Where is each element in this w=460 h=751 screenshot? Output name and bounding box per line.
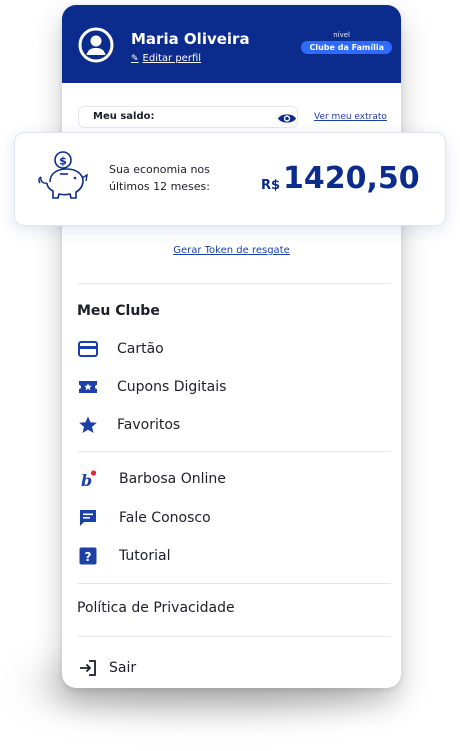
menu-panel: Maria Oliveira ✎ Editar perfil nível Clu… (62, 5, 401, 688)
economy-label: Sua economia nos últimos 12 meses: (109, 163, 210, 193)
menu-item-cartao[interactable]: Cartão (77, 338, 164, 360)
eye-icon[interactable] (277, 112, 297, 125)
chat-icon (77, 507, 99, 529)
svg-text:?: ? (85, 550, 92, 564)
menu-item-label: Fale Conosco (119, 510, 211, 526)
menu-item-tutorial[interactable]: ? Tutorial (77, 545, 170, 567)
card-icon (77, 338, 99, 360)
menu-item-fale-conosco[interactable]: Fale Conosco (77, 507, 211, 529)
barbosa-logo-icon: b (77, 468, 99, 490)
menu-item-label: Favoritos (117, 417, 181, 433)
pencil-icon: ✎ (131, 53, 139, 64)
divider (77, 636, 391, 637)
user-name: Maria Oliveira (131, 30, 250, 48)
svg-text:b: b (81, 471, 92, 489)
edit-profile-label: Editar perfil (142, 53, 202, 64)
help-icon: ? (77, 545, 99, 567)
balance-label: Meu saldo: (93, 111, 155, 122)
piggy-bank-icon: $ (38, 151, 88, 199)
level-badge: Clube da Família (301, 41, 392, 54)
economy-value: 1420,50 (283, 161, 420, 196)
avatar-icon[interactable] (78, 27, 114, 63)
edit-profile-link[interactable]: ✎ Editar perfil (131, 53, 201, 64)
ticket-icon (77, 376, 99, 398)
economy-currency: R$ (261, 178, 281, 193)
profile-header: Maria Oliveira ✎ Editar perfil nível Clu… (62, 5, 401, 83)
menu-item-favoritos[interactable]: Favoritos (77, 414, 180, 436)
menu-item-label: Tutorial (119, 548, 171, 564)
generate-token-link[interactable]: Gerar Token de resgate (62, 245, 401, 256)
svg-text:$: $ (59, 155, 67, 168)
economy-card: $ Sua economia nos últimos 12 meses: R$ … (14, 132, 446, 226)
logout-label: Sair (109, 660, 137, 676)
divider (77, 451, 391, 452)
balance-box: Meu saldo: (78, 106, 298, 128)
menu-item-cupons[interactable]: Cupons Digitais (77, 376, 226, 398)
privacy-policy-link[interactable]: Política de Privacidade (77, 600, 235, 616)
menu-item-label: Barbosa Online (119, 471, 226, 487)
menu-item-barbosa-online[interactable]: b Barbosa Online (77, 468, 226, 490)
statement-link[interactable]: Ver meu extrato (314, 112, 387, 122)
club-section-title: Meu Clube (77, 303, 160, 319)
menu-item-label: Cartão (117, 341, 164, 357)
logout-icon (77, 657, 99, 679)
level-label: nível (333, 31, 350, 39)
star-icon (77, 414, 99, 436)
menu-item-label: Cupons Digitais (117, 379, 227, 395)
divider (77, 583, 391, 584)
divider (77, 283, 391, 284)
logout-button[interactable]: Sair (77, 657, 136, 679)
